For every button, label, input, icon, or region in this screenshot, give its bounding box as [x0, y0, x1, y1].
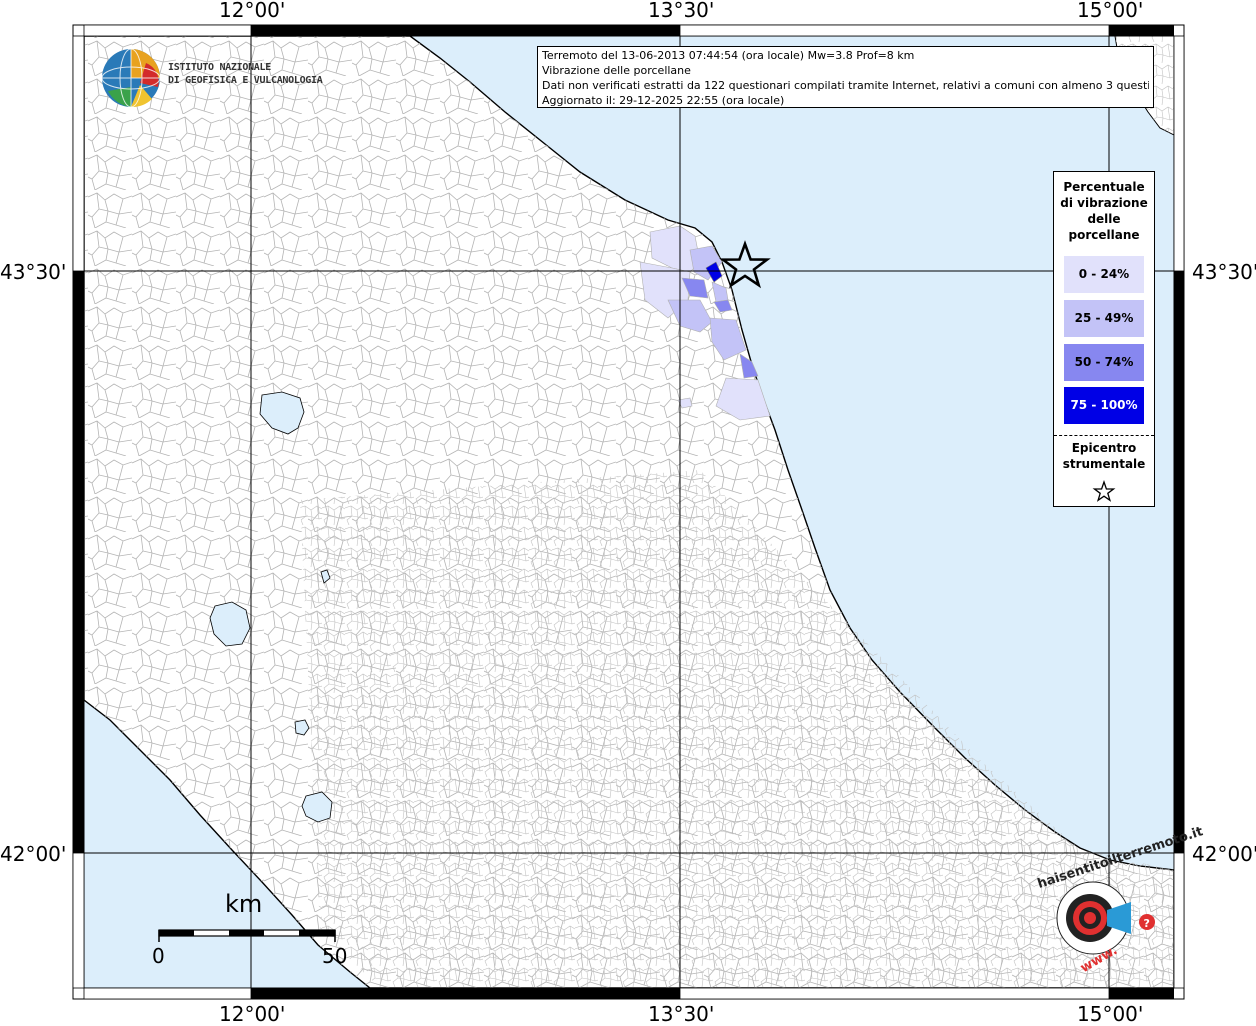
- legend-divider: [1054, 435, 1154, 436]
- ingv-logo: ISTITUTO NAZIONALE DI GEOFISICA E VULCAN…: [100, 47, 323, 109]
- legend-title-line: Percentuale: [1063, 180, 1145, 194]
- lat-tick-right-2: 42°00': [1192, 842, 1256, 866]
- legend-epicenter-line: Epicentro: [1071, 441, 1137, 455]
- hai-sentito-logo: ? haisentitoilterremoto.it www.: [1035, 824, 1205, 976]
- ingv-name-line2: DI GEOFISICA E VULCANOLOGIA: [168, 75, 323, 86]
- event-info-box: Terremoto del 13-06-2013 07:44:54 (ora l…: [537, 46, 1154, 108]
- lon-tick-top-3: 15°00': [1077, 0, 1144, 22]
- legend-class-25-49: 25 - 49%: [1064, 300, 1144, 337]
- legend-title-line: porcellane: [1068, 228, 1140, 242]
- update-time: Aggiornato il: 29-12-2025 22:55 (ora loc…: [542, 94, 785, 107]
- legend-epicenter-label: Epicentro strumentale: [1054, 440, 1154, 472]
- ingv-globe-icon: [101, 48, 161, 108]
- legend-title-line: di vibrazione: [1060, 196, 1148, 210]
- legend-title: Percentuale di vibrazione delle porcella…: [1054, 179, 1154, 243]
- scale-end: 50: [322, 944, 348, 968]
- svg-text:?: ?: [1144, 917, 1150, 930]
- legend-class-50-74: 50 - 74%: [1064, 344, 1144, 381]
- star-outline-icon: [1092, 480, 1116, 502]
- legend: Percentuale di vibrazione delle porcella…: [1053, 171, 1155, 507]
- lat-tick-right-1: 43°30': [1192, 260, 1256, 284]
- scale-unit: km: [225, 890, 263, 918]
- map-parameter: Vibrazione delle porcellane: [542, 64, 691, 77]
- lon-tick-bottom-3: 15°00': [1077, 1002, 1144, 1026]
- event-title: Terremoto del 13-06-2013 07:44:54 (ora l…: [542, 49, 915, 62]
- legend-class-75-100: 75 - 100%: [1064, 387, 1144, 424]
- legend-epicenter-line: strumentale: [1062, 457, 1146, 471]
- data-note: Dati non verificati estratti da 122 ques…: [542, 79, 1149, 92]
- legend-title-line: delle: [1087, 212, 1121, 226]
- lat-tick-left-2: 42°00': [0, 842, 67, 866]
- lon-tick-bottom-2: 13°30': [648, 1002, 715, 1026]
- lon-tick-bottom-1: 12°00': [219, 1002, 286, 1026]
- lon-tick-top-1: 12°00': [219, 0, 286, 22]
- scale-start: 0: [152, 944, 165, 968]
- lon-tick-top-2: 13°30': [648, 0, 715, 22]
- lat-tick-left-1: 43°30': [0, 260, 67, 284]
- ingv-name-line1: ISTITUTO NAZIONALE: [168, 62, 271, 73]
- legend-class-0-24: 0 - 24%: [1064, 256, 1144, 293]
